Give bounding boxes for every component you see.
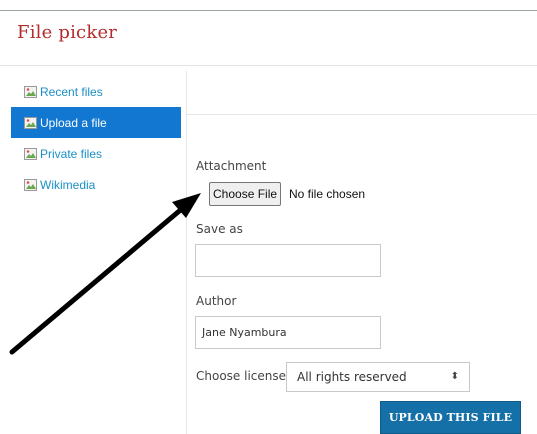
- top-divider: [0, 10, 537, 11]
- license-select-value: All rights reserved: [297, 370, 407, 384]
- broken-image-icon: [24, 178, 38, 192]
- sidebar-item-label: Upload a file: [40, 115, 107, 130]
- attachment-label: Attachment: [196, 159, 267, 173]
- sidebar-item-wikimedia[interactable]: Wikimedia: [11, 169, 181, 200]
- repository-sidebar: Recent files Upload a file Private files…: [11, 76, 181, 200]
- author-label: Author: [196, 294, 237, 308]
- broken-image-icon: [24, 147, 38, 161]
- broken-image-icon: [24, 85, 38, 99]
- dialog-title: File picker: [17, 22, 118, 43]
- sidebar-item-label: Recent files: [40, 84, 103, 99]
- author-input[interactable]: Jane Nyambura: [195, 316, 381, 349]
- sidebar-item-private-files[interactable]: Private files: [11, 138, 181, 169]
- choose-license-label: Choose license: [196, 369, 287, 383]
- sidebar-item-label: Wikimedia: [40, 177, 96, 192]
- file-status-text: No file chosen: [289, 187, 366, 201]
- save-as-input[interactable]: [195, 244, 381, 277]
- broken-image-icon: [24, 116, 38, 130]
- select-arrows-icon: ⬍: [450, 371, 459, 382]
- upload-this-file-button[interactable]: UPLOAD THIS FILE: [380, 401, 521, 434]
- sidebar-item-recent-files[interactable]: Recent files: [11, 76, 181, 107]
- save-as-label: Save as: [196, 222, 243, 236]
- header-divider: [0, 65, 537, 66]
- choose-file-button[interactable]: Choose File: [209, 182, 282, 206]
- content-toolbar-divider: [187, 114, 537, 115]
- license-select[interactable]: All rights reserved ⬍: [286, 362, 470, 392]
- content-panel-border: [186, 71, 187, 434]
- sidebar-item-label: Private files: [40, 146, 103, 161]
- sidebar-item-upload-a-file[interactable]: Upload a file: [11, 107, 181, 138]
